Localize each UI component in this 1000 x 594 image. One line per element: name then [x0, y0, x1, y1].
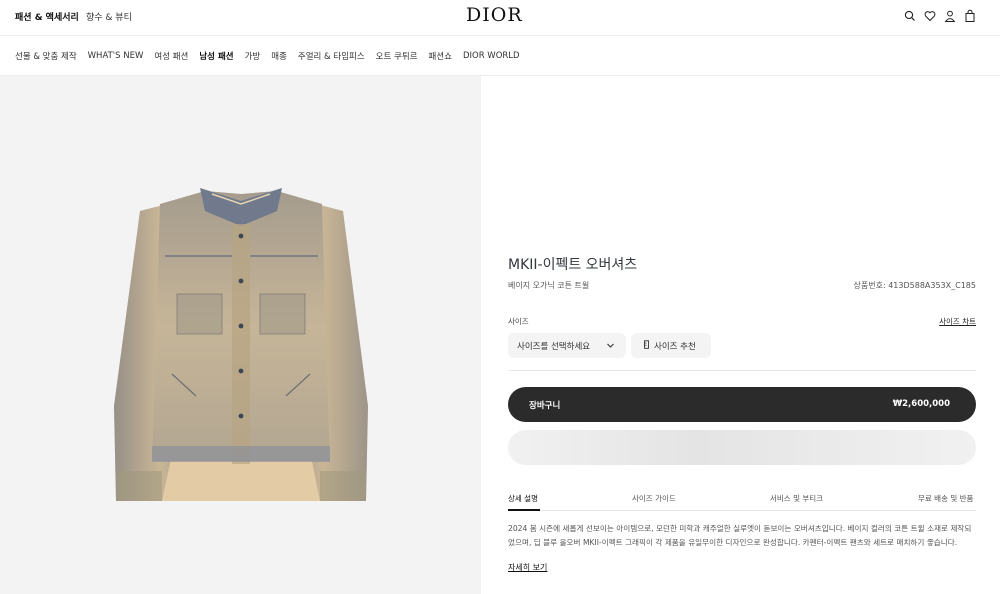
size-recommend-button[interactable]: 사이즈 추천	[631, 333, 711, 358]
right-chest-pocket	[259, 293, 306, 335]
bag-icon[interactable]	[964, 8, 976, 22]
add-to-cart-button[interactable]: 장바구니 ₩2,600,000	[508, 387, 976, 422]
product-title: MKII-이펙트 오버셔츠	[508, 257, 638, 273]
top-header: 패션 & 액세서리 향수 & 뷰티 DIOR	[0, 0, 1000, 36]
nav-item-gifts[interactable]: 선물 & 맞춤 제작	[15, 50, 77, 62]
tab-size-guide[interactable]: 사이즈 가이드	[632, 493, 676, 504]
category-beauty-link[interactable]: 향수 & 뷰티	[86, 10, 132, 23]
nav-item-fashion-show[interactable]: 패션쇼	[428, 50, 451, 62]
add-to-cart-label: 장바구니	[529, 401, 561, 411]
heart-icon[interactable]	[924, 8, 936, 22]
product-subtitle: 베이지 오가닉 코튼 트윌	[508, 281, 590, 290]
header-icons	[904, 8, 976, 22]
read-more-link[interactable]: 자세히 보기	[508, 562, 547, 573]
nav-item-jewelry[interactable]: 주얼리 & 타임피스	[298, 50, 365, 62]
size-select-label: 사이즈를 선택하세요	[517, 341, 591, 352]
nav-item-women[interactable]: 여성 패션	[154, 50, 188, 62]
main-nav: 선물 & 맞춤 제작 WHAT'S NEW 여성 패션 남성 패션 가방 매종 …	[0, 36, 1000, 76]
search-icon[interactable]	[904, 8, 916, 22]
price: ₩2,600,000	[892, 399, 950, 409]
nav-item-haute-couture[interactable]: 오트 쿠튀르	[376, 50, 418, 62]
product-gallery[interactable]	[0, 76, 481, 594]
user-icon[interactable]	[944, 8, 956, 22]
nav-item-dior-world[interactable]: DIOR WORLD	[463, 51, 520, 61]
left-chest-pocket	[176, 293, 223, 335]
nav-item-whats-new[interactable]: WHAT'S NEW	[88, 51, 144, 61]
nav-item-men[interactable]: 남성 패션	[199, 50, 233, 62]
product-tabs: 상세 설명 사이즈 가이드 서비스 및 부티크 무료 배송 및 반품	[508, 491, 976, 511]
product-reference: 상품번호: 413D588A353X_C185	[853, 281, 976, 290]
size-label: 사이즈	[508, 317, 529, 326]
chevron-down-icon	[606, 341, 615, 353]
product-description: 2024 봄 시즌에 새롭게 선보이는 아이템으로, 모던한 미학과 캐주얼한 …	[508, 524, 972, 547]
nav-item-maison[interactable]: 매종	[271, 50, 287, 62]
divider	[508, 370, 976, 371]
nav-item-bags[interactable]: 가방	[245, 50, 261, 62]
waistband	[152, 446, 330, 462]
size-chart-link[interactable]: 사이즈 차트	[939, 316, 976, 327]
ruler-icon	[643, 340, 650, 351]
express-pay-button[interactable]	[508, 430, 976, 465]
tab-description[interactable]: 상세 설명	[508, 493, 538, 504]
product-panel: MKII-이펙트 오버셔츠 베이지 오가닉 코튼 트윌 상품번호: 413D58…	[481, 76, 1000, 594]
size-select[interactable]: 사이즈를 선택하세요	[508, 333, 626, 358]
tab-services-boutique[interactable]: 서비스 및 부티크	[770, 493, 823, 504]
placket	[232, 224, 250, 464]
product-image	[114, 188, 368, 501]
tab-shipping-returns[interactable]: 무료 배송 및 반품	[918, 493, 973, 504]
category-fashion-link[interactable]: 패션 & 액세서리	[15, 10, 79, 23]
size-recommend-label: 사이즈 추천	[654, 341, 696, 352]
active-tab-underline	[508, 509, 540, 511]
dior-logo[interactable]: DIOR	[466, 4, 523, 26]
